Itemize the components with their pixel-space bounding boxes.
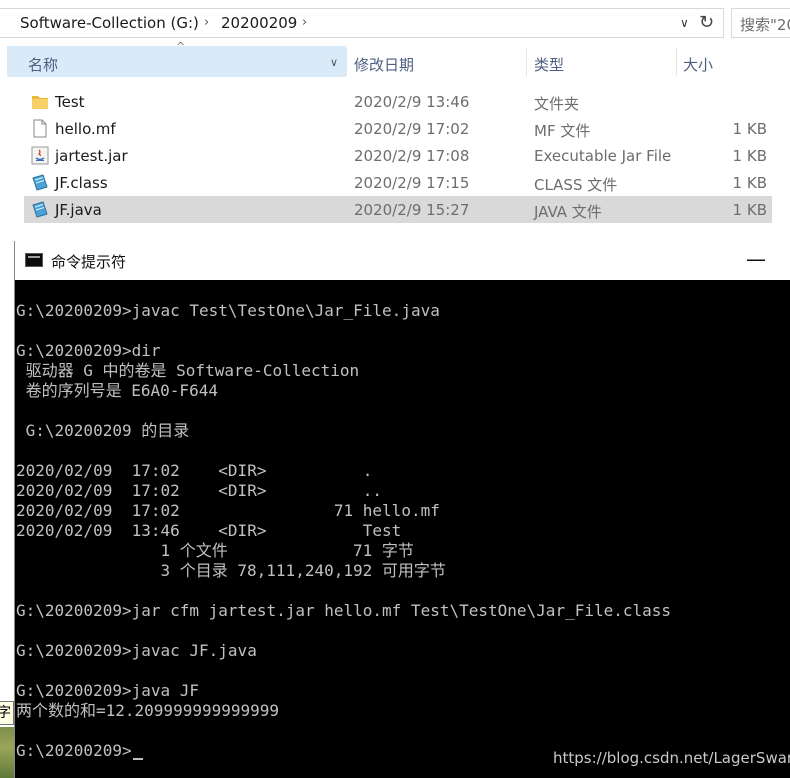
console-line: 2020/02/09 17:02 71 hello.mf bbox=[16, 501, 440, 520]
breadcrumb-folder[interactable]: 20200209 bbox=[221, 14, 297, 32]
breadcrumb-separator-icon[interactable]: › bbox=[204, 15, 209, 30]
column-headers: 名称 ∨ 修改日期 类型 大小 bbox=[0, 46, 790, 80]
file-name: jartest.jar bbox=[55, 147, 128, 165]
cmd-app-icon[interactable] bbox=[25, 253, 43, 267]
column-divider[interactable] bbox=[526, 48, 527, 76]
file-size: 1 KB bbox=[732, 201, 767, 219]
file-row-jartest-jar[interactable]: jartest.jar 2020/2/9 17:08 Executable Ja… bbox=[24, 142, 772, 169]
java-source-icon bbox=[32, 201, 48, 218]
console-line: 2020/02/09 17:02 <DIR> .. bbox=[16, 481, 383, 500]
folder-icon bbox=[32, 96, 48, 109]
file-type: 文件夹 bbox=[534, 95, 580, 113]
search-placeholder: 搜索"20 bbox=[740, 16, 790, 34]
minimize-button[interactable]: — bbox=[746, 247, 766, 271]
cmd-window-title: 命令提示符 bbox=[51, 253, 127, 271]
file-row-jf-java[interactable]: JF.java 2020/2/9 15:27 JAVA 文件 1 KB bbox=[24, 196, 772, 223]
address-history-chevron-down-icon[interactable]: ∨ bbox=[680, 16, 689, 30]
watermark-text: https://blog.csdn.net/LagerSwan bbox=[553, 749, 790, 767]
column-header-name-label: 名称 bbox=[28, 56, 59, 74]
cmd-console-output[interactable]: G:\20200209>javac Test\TestOne\Jar_File.… bbox=[15, 280, 790, 778]
file-date: 2020/2/9 13:46 bbox=[354, 93, 470, 111]
column-filter-chevron-down-icon[interactable]: ∨ bbox=[330, 56, 338, 69]
background-image-fragment bbox=[0, 727, 14, 778]
console-line: G:\20200209>java JF bbox=[16, 681, 200, 700]
file-name: JF.class bbox=[55, 174, 108, 192]
breadcrumb-drive[interactable]: Software-Collection (G:) bbox=[20, 14, 199, 32]
column-divider[interactable] bbox=[676, 48, 677, 76]
console-line: 卷的序列号是 E6A0-F644 bbox=[16, 381, 218, 400]
tooltip-fragment: 字 bbox=[0, 701, 14, 725]
file-type: MF 文件 bbox=[534, 122, 591, 140]
console-line: G:\20200209>javac JF.java bbox=[16, 641, 257, 660]
java-class-icon bbox=[32, 174, 48, 191]
file-date: 2020/2/9 17:08 bbox=[354, 147, 470, 165]
file-size: 1 KB bbox=[732, 147, 767, 165]
console-line: G:\20200209>javac Test\TestOne\Jar_File.… bbox=[16, 301, 440, 320]
console-line: 2020/02/09 13:46 <DIR> Test bbox=[16, 521, 402, 540]
command-prompt-window[interactable]: 命令提示符 — G:\20200209>javac Test\TestOne\J… bbox=[14, 241, 790, 778]
file-name: JF.java bbox=[55, 201, 102, 219]
file-size: 1 KB bbox=[732, 120, 767, 138]
jar-file-icon bbox=[31, 146, 49, 165]
address-bar: Software-Collection (G:) › 20200209 › ∨ … bbox=[0, 0, 790, 46]
console-line: 两个数的和=12.209999999999999 bbox=[16, 701, 280, 720]
column-header-size[interactable]: 大小 bbox=[683, 54, 713, 75]
file-row-test[interactable]: Test 2020/2/9 13:46 文件夹 bbox=[24, 88, 772, 115]
console-line: G:\20200209> bbox=[16, 741, 143, 761]
file-row-jf-class[interactable]: JF.class 2020/2/9 17:15 CLASS 文件 1 KB bbox=[24, 169, 772, 196]
file-type: JAVA 文件 bbox=[534, 203, 602, 221]
text-cursor bbox=[132, 758, 143, 760]
file-type: Executable Jar File bbox=[534, 147, 672, 165]
file-name: Test bbox=[55, 93, 85, 111]
breadcrumb-separator-icon[interactable]: › bbox=[302, 15, 307, 30]
console-line: G:\20200209>jar cfm jartest.jar hello.mf… bbox=[16, 601, 672, 620]
file-type: CLASS 文件 bbox=[534, 176, 618, 194]
file-icon bbox=[33, 119, 47, 138]
column-header-date[interactable]: 修改日期 bbox=[354, 54, 414, 75]
refresh-icon[interactable]: ↻ bbox=[699, 12, 714, 33]
console-line: 2020/02/09 17:02 <DIR> . bbox=[16, 461, 373, 480]
sort-ascending-caret-icon: ^ bbox=[176, 40, 186, 53]
console-line: 3 个目录 78,111,240,192 可用字节 bbox=[16, 561, 446, 580]
console-line: G:\20200209>dir bbox=[16, 341, 161, 360]
column-header-type[interactable]: 类型 bbox=[534, 54, 564, 75]
file-date: 2020/2/9 17:15 bbox=[354, 174, 470, 192]
cmd-title-bar[interactable]: 命令提示符 — bbox=[15, 241, 790, 279]
file-date: 2020/2/9 15:27 bbox=[354, 201, 470, 219]
file-name: hello.mf bbox=[55, 120, 116, 138]
column-divider[interactable] bbox=[346, 48, 347, 76]
file-date: 2020/2/9 17:02 bbox=[354, 120, 470, 138]
file-size: 1 KB bbox=[732, 174, 767, 192]
console-line: 驱动器 G 中的卷是 Software-Collection bbox=[16, 361, 360, 380]
console-line: 1 个文件 71 字节 bbox=[16, 541, 414, 560]
console-line: G:\20200209 的目录 bbox=[16, 421, 190, 440]
background-strip bbox=[0, 241, 14, 778]
file-row-hello-mf[interactable]: hello.mf 2020/2/9 17:02 MF 文件 1 KB bbox=[24, 115, 772, 142]
